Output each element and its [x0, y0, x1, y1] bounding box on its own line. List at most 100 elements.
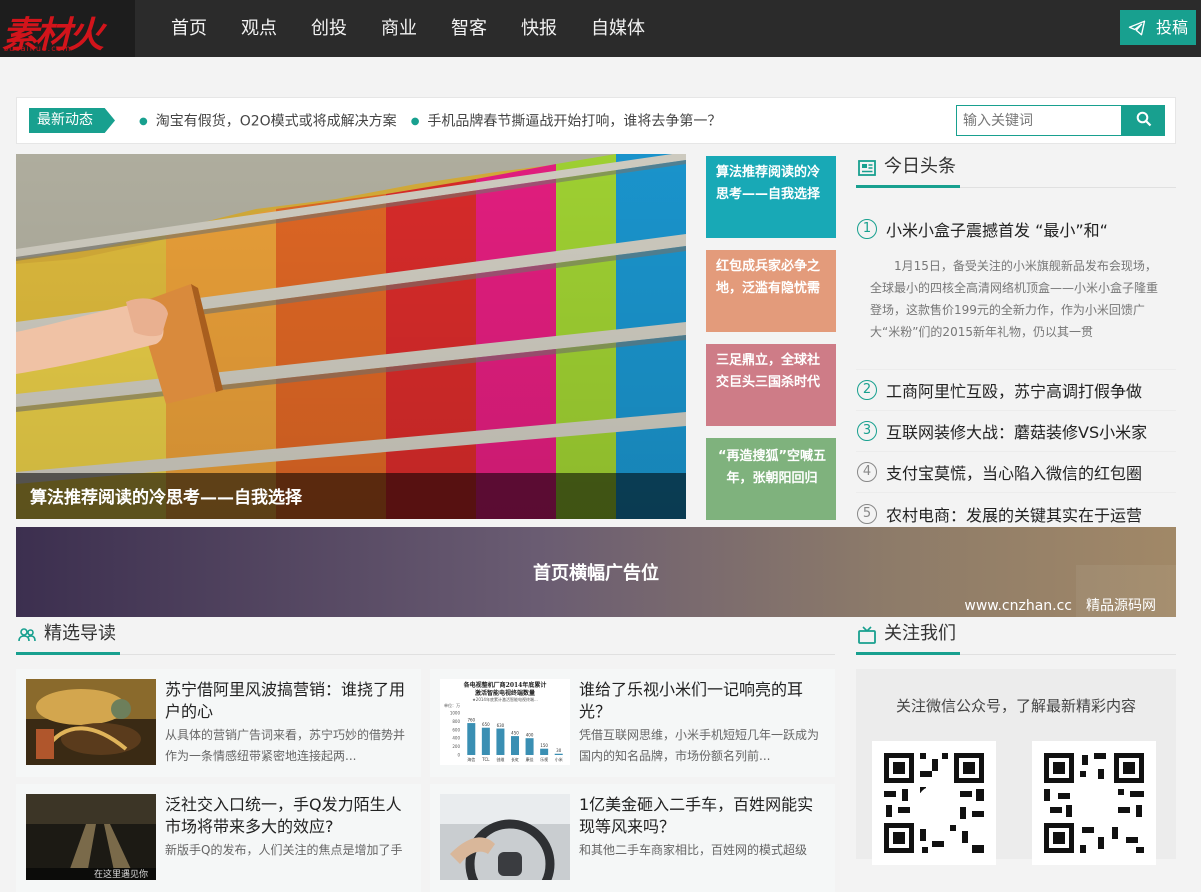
- chart-bar: [554, 753, 563, 755]
- ticker-item-text: 手机品牌春节撕逼战开始打响，谁将去争第一？: [427, 113, 722, 130]
- qr-code-icon: [1044, 753, 1144, 853]
- ticker-item-text: 淘宝有假货，O2O模式或将成解决方案: [155, 113, 397, 130]
- x-tick-label: 乐视: [540, 756, 548, 762]
- ticker-item[interactable]: ● 淘宝有假货，O2O模式或将成解决方案: [139, 98, 397, 146]
- y-tick-label: 800: [452, 719, 460, 724]
- rank-number: 3: [857, 421, 877, 441]
- steering-wheel-image: [440, 794, 570, 880]
- chart-bar: [496, 728, 505, 755]
- bar-value-label: 400: [526, 733, 534, 738]
- ticker-item[interactable]: ● 手机品牌春节撕逼战开始打响，谁将去争第一？: [411, 98, 722, 146]
- article-card[interactable]: 苏宁借阿里风波搞营销：谁挠了用户的心 从具体的营销广告词来看，苏宁巧妙的借势并作…: [16, 669, 421, 777]
- search-button[interactable]: [1122, 105, 1165, 136]
- nav-smart[interactable]: 智客: [434, 0, 504, 57]
- y-tick-label: 600: [452, 727, 460, 732]
- submit-article-button[interactable]: 投稿: [1120, 10, 1196, 45]
- site-logo[interactable]: 素材火 sucaihuo.com: [0, 0, 135, 57]
- section-title: 今日头条: [856, 154, 960, 188]
- x-tick-label: 小米: [555, 756, 563, 762]
- article-thumbnail: 在这里遇见你: [26, 794, 156, 880]
- chart-note: ★2014年底累计激活智能电视终端...: [472, 696, 538, 702]
- paper-plane-icon: [1128, 20, 1146, 35]
- nav-business[interactable]: 商业: [364, 0, 434, 57]
- feature-tile[interactable]: 算法推荐阅读的冷思考——自我选择: [706, 156, 836, 238]
- homepage-banner-ad[interactable]: 首页横幅广告位 www.cnzhan.cc 精品源码网: [16, 527, 1176, 617]
- search-box: [956, 105, 1166, 136]
- rank-number: 1: [857, 218, 877, 239]
- article-thumbnail: [26, 679, 156, 765]
- nav-home[interactable]: 首页: [154, 0, 224, 57]
- feature-tile[interactable]: 三足鼎立，全球社交巨头三国杀时代: [706, 344, 836, 426]
- logo-tagline: sucaihuo.com: [4, 44, 72, 53]
- headline-summary: 1月15日，备受关注的小米旗舰新品发布会现场，全球最小的四核全高清网络机顶盒——…: [856, 249, 1176, 370]
- x-tick-label: TCL: [481, 757, 490, 762]
- headline-title: 支付宝莫慌，当心陷入微信的红包圈: [886, 464, 1143, 483]
- article-title: 1亿美金砸入二手车，百姓网能实现等风来吗？: [579, 795, 814, 836]
- latest-news-label: 最新动态: [29, 108, 115, 133]
- y-tick-label: 200: [452, 744, 460, 749]
- slider-image: [16, 154, 686, 519]
- chart-bar: [510, 736, 520, 755]
- header: 素材火 sucaihuo.com 首页 观点 创投 商业 智客 快报 自媒体 投…: [0, 0, 1201, 57]
- search-input[interactable]: [956, 105, 1122, 136]
- x-tick-label: 创维: [496, 756, 504, 762]
- article-card[interactable]: 1亿美金砸入二手车，百姓网能实现等风来吗？ 和其他二手车商家相比，百姓网的模式超…: [430, 784, 835, 892]
- wechat-qr-code: [872, 741, 996, 865]
- nav-we-media[interactable]: 自媒体: [574, 0, 662, 57]
- ticker-news-list: ● 淘宝有假货，O2O模式或将成解决方案 ● 手机品牌春节撕逼战开始打响，谁将去争第…: [139, 98, 721, 146]
- slider-caption[interactable]: 算法推荐阅读的冷思考——自我选择: [30, 483, 302, 508]
- wechat-qr-code: [1032, 741, 1156, 865]
- section-title: 关注我们: [856, 621, 960, 655]
- headline-title: 工商阿里忙互殴，苏宁高调打假争做: [886, 382, 1143, 401]
- headline-item[interactable]: 4 支付宝莫慌，当心陷入微信的红包圈: [856, 452, 1176, 493]
- latest-news-bar: 最新动态 ● 淘宝有假货，O2O模式或将成解决方案 ● 手机品牌春节撕逼战开始打响，…: [16, 97, 1176, 144]
- article-title: 泛社交入口统一，手Q发力陌生人市场将带来多大的效应?: [165, 795, 402, 836]
- bar-value-label: 630: [497, 723, 505, 728]
- y-tick-label: 400: [452, 736, 460, 741]
- article-thumbnail: 各电视整机厂商2014年底累计 激活智能电视终端数量 ★2014年底累计激活智能…: [440, 679, 570, 765]
- bullet-icon: ●: [410, 116, 420, 127]
- article-excerpt: 从具体的营销广告词来看，苏宁巧妙的借势并作为一条情感纽带紧密地连接起两...: [165, 728, 406, 763]
- y-tick-label: 1000: [450, 711, 461, 716]
- follow-us-header: 关注我们: [856, 621, 1176, 655]
- article-title: 谁给了乐视小米们一记响亮的耳光？: [579, 680, 804, 721]
- headline-title: 互联网装修大战：蘑菇装修VS小米家: [886, 423, 1148, 442]
- nav-venture[interactable]: 创投: [294, 0, 364, 57]
- submit-label: 投稿: [1155, 18, 1188, 37]
- bullet-icon: ●: [139, 116, 148, 127]
- x-tick-label: 长虹: [511, 756, 519, 762]
- chart-subtitle: 激活智能电视终端数量: [475, 689, 535, 697]
- y-tick-label: 0: [457, 753, 460, 758]
- bar-value-label: 760: [467, 718, 475, 723]
- featured-reads-header: 精选导读: [16, 621, 835, 655]
- main-nav: 首页 观点 创投 商业 智客 快报 自媒体: [154, 0, 662, 57]
- feature-tile[interactable]: “再造搜狐”空喊五年，张朝阳回归: [706, 438, 836, 520]
- feature-tile[interactable]: 红包成兵家必争之地，泛滥有隐忧需: [706, 250, 836, 332]
- follow-message: 关注微信公众号，了解最新精彩内容: [895, 697, 1136, 715]
- rank-number: 2: [857, 380, 877, 400]
- x-tick-label: 海信: [467, 756, 475, 762]
- chart-bar: [540, 748, 549, 755]
- headline-slider[interactable]: 算法推荐阅读的冷思考——自我选择: [16, 154, 686, 519]
- x-tick-label: 康佳: [526, 756, 534, 762]
- headline-item[interactable]: 2 工商阿里忙互殴，苏宁高调打假争做: [856, 370, 1176, 411]
- nav-opinion[interactable]: 观点: [224, 0, 294, 57]
- chart-bar: [481, 727, 490, 755]
- chart-unit: 单位：万: [444, 702, 460, 708]
- chart-title: 各电视整机厂商2014年底累计: [463, 681, 547, 689]
- headline-item[interactable]: 3 互联网装修大战：蘑菇装修VS小米家: [856, 411, 1176, 452]
- headline-title: 小米小盒子震撼首发 “最小”和“: [886, 220, 1108, 240]
- article-card[interactable]: 各电视整机厂商2014年底累计 激活智能电视终端数量 ★2014年底累计激活智能…: [430, 669, 835, 777]
- bar-chart-thumbnail: 各电视整机厂商2014年底累计 激活智能电视终端数量 ★2014年底累计激活智能…: [444, 681, 563, 762]
- headline-item[interactable]: 1 小米小盒子震撼首发 “最小”和“: [856, 208, 1176, 249]
- rank-number: 5: [857, 503, 877, 524]
- qr-code-icon: [884, 753, 984, 853]
- headline-title: 农村电商：发展的关键其实在于运营: [886, 505, 1143, 525]
- bar-value-label: 150: [540, 743, 548, 748]
- nav-news-flash[interactable]: 快报: [504, 0, 574, 57]
- article-card[interactable]: 在这里遇见你 泛社交入口统一，手Q发力陌生人市场将带来多大的效应? 新版手Q的发…: [16, 784, 421, 892]
- banner-watermark: www.cnzhan.cc 精品源码网: [964, 598, 1156, 614]
- search-icon: [1136, 111, 1151, 127]
- bar-value-label: 650: [482, 722, 490, 727]
- bar-value-label: 30: [556, 748, 562, 753]
